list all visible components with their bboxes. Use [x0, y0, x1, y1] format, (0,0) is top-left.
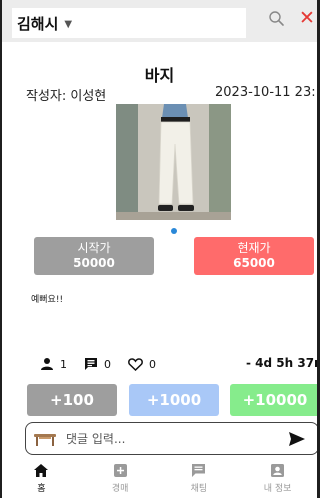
- comment-icon: [85, 358, 97, 370]
- location-selector[interactable]: 김해시 ▼: [12, 8, 246, 38]
- close-icon[interactable]: ✕: [299, 8, 315, 28]
- nav-label-chat: 채팅: [190, 484, 208, 494]
- comment-bar: [25, 422, 317, 455]
- image-page-indicator: [171, 228, 177, 234]
- chat-icon: [192, 464, 206, 477]
- post-date: 2023-10-11 23:15: [215, 85, 317, 100]
- nav-label-home: 홈: [37, 484, 46, 494]
- start-price-value: 50000: [73, 256, 115, 270]
- search-icon[interactable]: [268, 10, 286, 28]
- nav-label-auction: 경매: [111, 484, 129, 494]
- bid-plus-10000-button[interactable]: +10000: [230, 384, 317, 416]
- nav-item-auction[interactable]: 경매: [81, 460, 160, 498]
- bottom-navigation: 홈 경매 채팅 내 정보: [2, 460, 317, 498]
- person-icon: [41, 358, 53, 370]
- comment-input[interactable]: [66, 429, 266, 449]
- bidder-count: 1: [40, 358, 67, 371]
- chevron-down-icon: ▼: [64, 18, 73, 30]
- product-photo[interactable]: [116, 104, 231, 220]
- nav-label-my-info: 내 정보: [263, 484, 292, 494]
- location-label: 김해시: [17, 14, 59, 33]
- table-icon: [34, 434, 56, 446]
- account-box-icon: [271, 464, 285, 477]
- auction-detail-screen: 김해시 ▼ ✕ 바지 작성자: 이성현 2023-10-11 23:15: [2, 0, 317, 498]
- bid-plus-1000-button[interactable]: +1000: [129, 384, 219, 416]
- current-price-value: 65000: [233, 256, 275, 270]
- like-count[interactable]: 0: [128, 358, 156, 371]
- home-icon: [34, 464, 49, 477]
- add-box-icon: [113, 464, 127, 477]
- top-bar: 김해시 ▼ ✕: [2, 0, 317, 42]
- nav-item-home[interactable]: 홈: [2, 460, 81, 498]
- nav-item-my-info[interactable]: 내 정보: [238, 460, 317, 498]
- comment-count: 0: [84, 357, 111, 371]
- time-remaining: - 4d 5h 37m: [246, 356, 317, 370]
- post-author: 작성자: 이성현: [26, 89, 107, 104]
- post-body: 예뻐요!!: [31, 295, 64, 305]
- start-price-box: 시작가 50000: [34, 237, 154, 275]
- start-price-label: 시작가: [77, 241, 111, 255]
- send-icon[interactable]: [288, 431, 306, 447]
- current-price-label: 현재가: [237, 241, 271, 255]
- comment-count-value: 0: [104, 357, 111, 371]
- bidder-count-value: 1: [60, 357, 67, 371]
- post-stats: 1 0 0: [40, 356, 173, 372]
- like-count-value: 0: [149, 357, 156, 371]
- post-title: 바지: [144, 66, 175, 85]
- nav-item-chat[interactable]: 채팅: [160, 460, 239, 498]
- current-price-box: 현재가 65000: [194, 237, 314, 275]
- bid-plus-100-button[interactable]: +100: [27, 384, 117, 416]
- heart-outline-icon[interactable]: [128, 357, 143, 371]
